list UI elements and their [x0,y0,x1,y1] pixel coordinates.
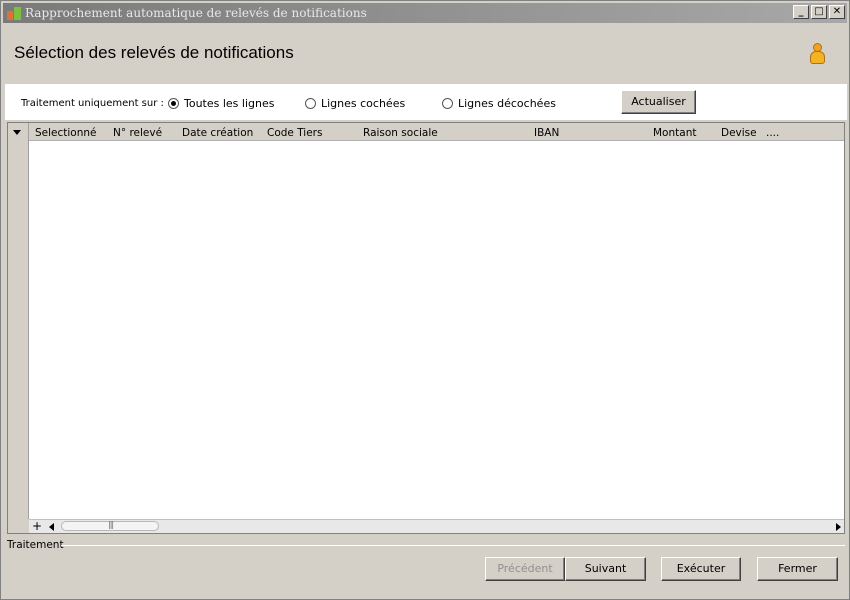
radio-all-lines[interactable]: Toutes les lignes [168,97,274,110]
add-row-icon[interactable]: + [32,519,42,533]
column-header-devise[interactable]: Devise [721,127,757,139]
column-header-row: Selectionné N° relevé Date création Code… [29,123,844,141]
column-header-date-creation[interactable]: Date création [182,127,253,139]
previous-button[interactable]: Précédent [485,557,565,581]
user-icon [809,43,825,65]
column-chooser-icon[interactable] [13,130,21,135]
column-header-montant[interactable]: Montant [653,127,696,139]
radio-checked-lines-label: Lignes cochées [321,97,406,110]
scroll-thumb[interactable]: ||| [61,520,159,531]
processing-section-label: Traitement [7,539,64,551]
window-title: Rapprochement automatique de relevés de … [25,6,367,20]
column-header-code-tiers[interactable]: Code Tiers [267,127,322,139]
minimize-button[interactable]: _ [793,5,809,19]
options-bar: Traitement uniquement sur : Toutes les l… [5,84,847,120]
scroll-thumb-grip: ||| [108,520,114,529]
column-header-more[interactable]: .... [766,127,779,139]
refresh-button[interactable]: Actualiser [621,90,696,114]
statements-grid[interactable]: Selectionné N° relevé Date création Code… [7,122,845,534]
column-header-iban[interactable]: IBAN [534,127,559,139]
main-window: Rapprochement automatique de relevés de … [0,0,850,600]
page-title: Sélection des relevés de notifications [14,43,294,62]
radio-unselected-icon [305,98,316,109]
processing-scope-label: Traitement uniquement sur : [21,98,164,109]
radio-unchecked-lines-label: Lignes décochées [458,97,556,110]
scroll-left-icon[interactable] [49,523,54,531]
execute-button[interactable]: Exécuter [661,557,741,581]
title-bar: Rapprochement automatique de relevés de … [3,3,847,23]
close-button[interactable]: ✕ [829,5,845,19]
scroll-right-icon[interactable] [836,523,841,531]
maximize-button[interactable]: □ [811,5,827,19]
column-header-numero-releve[interactable]: N° relevé [113,127,162,139]
row-header-column [8,123,29,519]
section-divider [61,545,845,546]
page-header: Sélection des relevés de notifications [5,25,847,83]
radio-all-lines-label: Toutes les lignes [184,97,275,110]
radio-selected-icon [168,98,179,109]
radio-unchecked-lines[interactable]: Lignes décochées [442,97,556,110]
radio-checked-lines[interactable]: Lignes cochées [305,97,405,110]
grid-corner [8,519,29,533]
column-header-selectionne[interactable]: Selectionné [35,127,97,139]
next-button[interactable]: Suivant [565,557,646,581]
radio-unselected-icon [442,98,453,109]
column-header-raison-sociale[interactable]: Raison sociale [363,127,438,139]
close-dialog-button[interactable]: Fermer [757,557,838,581]
app-icon [6,5,22,21]
horizontal-scrollbar[interactable]: + ||| [29,519,844,533]
